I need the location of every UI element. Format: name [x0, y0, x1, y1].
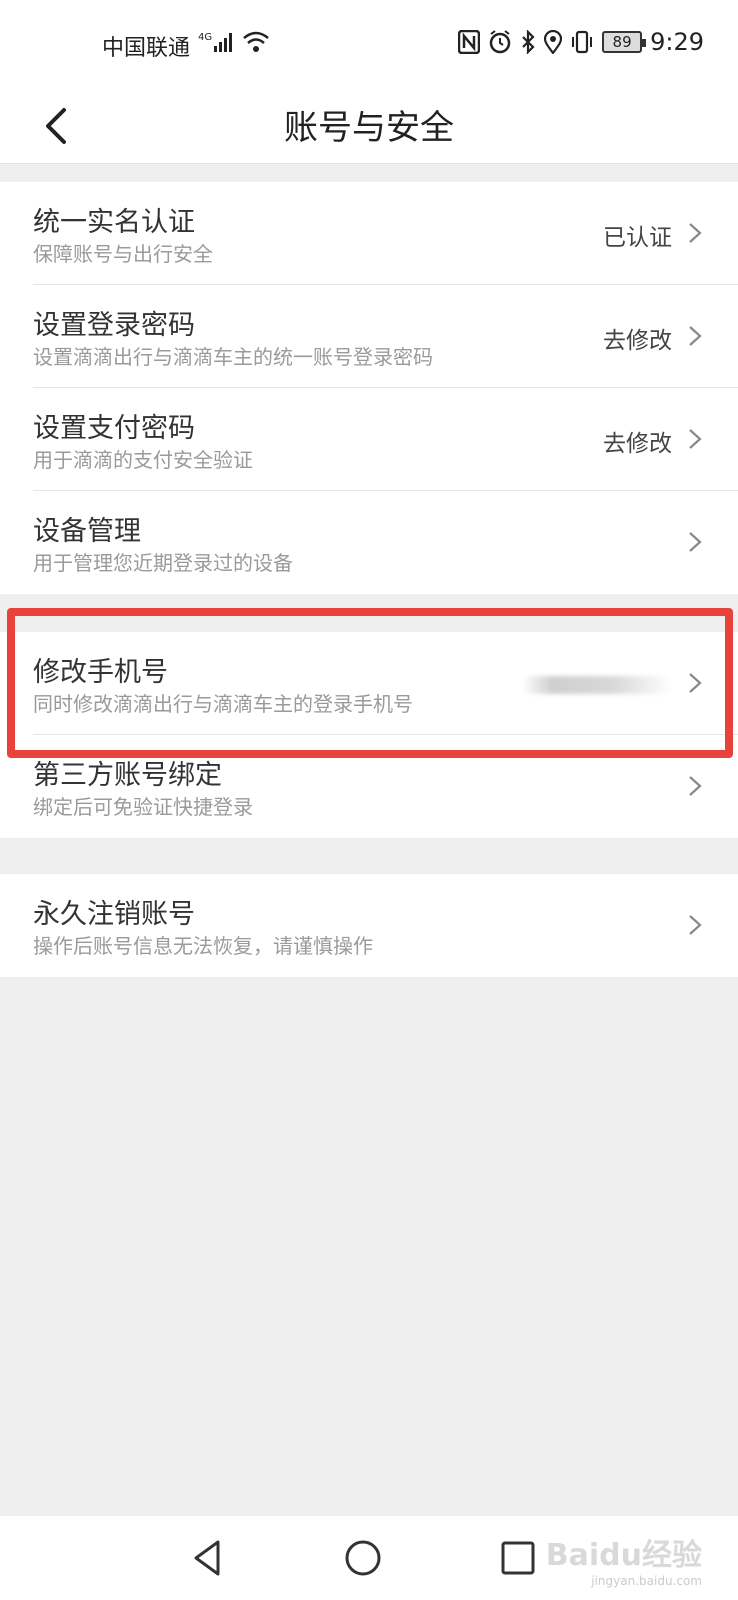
system-nav-bar: Baidu经验 jingyan.baidu.com: [0, 1516, 738, 1600]
chevron-right-icon: [689, 673, 702, 693]
carrier-name: 中国联通: [102, 36, 191, 61]
payment-password-item[interactable]: 设置支付密码 用于滴滴的支付安全验证 去修改: [0, 388, 738, 491]
item-subtitle: 同时修改滴滴出行与滴滴车主的登录手机号: [33, 692, 413, 716]
third-party-binding-item[interactable]: 第三方账号绑定 绑定后可免验证快捷登录: [0, 735, 738, 838]
item-title: 设置登录密码: [33, 310, 195, 341]
chevron-right-icon: [689, 429, 702, 449]
item-subtitle: 设置滴滴出行与滴滴车主的统一账号登录密码: [33, 345, 433, 369]
login-password-item[interactable]: 设置登录密码 设置滴滴出行与滴滴车主的统一账号登录密码 去修改: [0, 285, 738, 388]
chevron-right-icon: [689, 776, 702, 796]
delete-account-item[interactable]: 永久注销账号 操作后账号信息无法恢复，请谨慎操作: [0, 874, 738, 977]
watermark-brand: Baidu经验: [545, 1538, 702, 1573]
svg-text:4G: 4G: [198, 32, 212, 43]
item-subtitle: 用于滴滴的支付安全验证: [33, 448, 253, 472]
item-action: 去修改: [603, 328, 672, 354]
device-management-item[interactable]: 设备管理 用于管理您近期登录过的设备: [0, 491, 738, 594]
wifi-icon: [243, 31, 269, 52]
vibrate-icon: [572, 30, 593, 54]
chevron-right-icon: [689, 915, 702, 935]
chevron-right-icon: [689, 532, 702, 552]
item-subtitle: 保障账号与出行安全: [33, 242, 213, 266]
phone-number-redacted: [522, 676, 672, 694]
item-subtitle: 绑定后可免验证快捷登录: [33, 795, 253, 819]
item-title: 第三方账号绑定: [33, 760, 222, 791]
item-title: 永久注销账号: [33, 899, 195, 930]
location-icon: [544, 30, 563, 54]
bluetooth-icon: [522, 30, 535, 54]
status-icons: 89 9:29: [458, 28, 704, 56]
item-title: 设置支付密码: [33, 413, 195, 444]
nfc-icon: [458, 30, 481, 54]
settings-group-phone: 修改手机号 同时修改滴滴出行与滴滴车主的登录手机号 第三方账号绑定 绑定后可免验…: [0, 632, 738, 838]
page-title: 账号与安全: [284, 108, 454, 148]
clock: 9:29: [650, 28, 704, 56]
header: 账号与安全: [0, 92, 738, 164]
chevron-right-icon: [689, 326, 702, 346]
nav-home-icon[interactable]: [343, 1538, 383, 1578]
status-bar: 中国联通 4G 89 9:29: [0, 0, 738, 92]
nav-recents-icon[interactable]: [498, 1538, 538, 1578]
item-title: 统一实名认证: [33, 207, 195, 238]
settings-group-account: 统一实名认证 保障账号与出行安全 已认证 设置登录密码 设置滴滴出行与滴滴车主的…: [0, 182, 738, 594]
baidu-watermark: Baidu经验 jingyan.baidu.com: [546, 1530, 702, 1588]
real-name-auth-item[interactable]: 统一实名认证 保障账号与出行安全 已认证: [0, 182, 738, 285]
battery-icon: 89: [602, 31, 647, 53]
signal-icon: 4G: [198, 32, 232, 52]
chevron-right-icon: [689, 223, 702, 243]
settings-group-delete: 永久注销账号 操作后账号信息无法恢复，请谨慎操作: [0, 874, 738, 977]
item-subtitle: 用于管理您近期登录过的设备: [33, 551, 293, 575]
alarm-icon: [489, 30, 511, 54]
item-action: 去修改: [603, 431, 672, 457]
item-title: 修改手机号: [33, 657, 168, 688]
nav-back-icon[interactable]: [188, 1538, 228, 1578]
item-status: 已认证: [603, 225, 672, 251]
watermark-url: jingyan.baidu.com: [591, 1574, 702, 1588]
change-phone-item[interactable]: 修改手机号 同时修改滴滴出行与滴滴车主的登录手机号: [0, 632, 738, 735]
item-subtitle: 操作后账号信息无法恢复，请谨慎操作: [33, 934, 373, 958]
item-title: 设备管理: [33, 516, 141, 547]
